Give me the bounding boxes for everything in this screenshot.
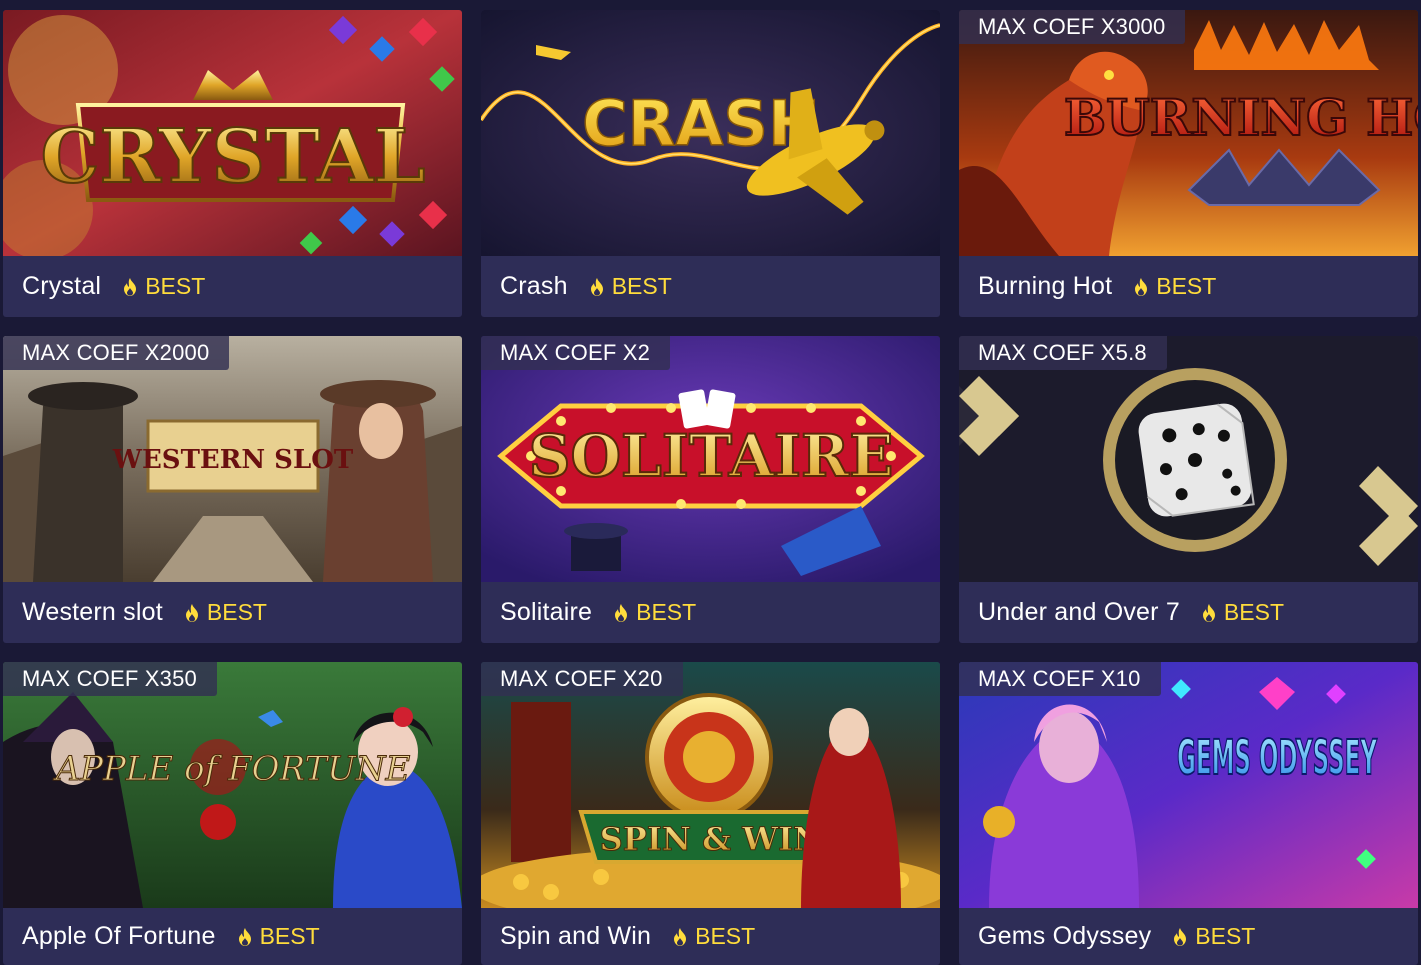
fire-icon	[674, 927, 687, 946]
game-card-crystal[interactable]: CRYSTAL Crystal BEST	[3, 10, 462, 317]
crystal-artwork: CRYSTAL	[3, 10, 462, 256]
best-label: BEST	[1195, 923, 1256, 949]
apple-of-fortune-artwork: APPLE of FORTUNE	[3, 662, 462, 908]
game-name: Western slot	[22, 598, 163, 626]
game-thumbnail[interactable]: MAX COEF X5.8	[959, 336, 1418, 582]
best-badge: BEST	[1202, 599, 1284, 626]
game-thumbnail[interactable]: CRASH	[481, 10, 940, 256]
best-badge: BEST	[185, 599, 267, 626]
fire-icon	[590, 277, 603, 296]
card-footer: Under and Over 7 BEST	[959, 582, 1418, 643]
max-coef-label: MAX COEF X2000	[3, 336, 230, 370]
max-coef-label: MAX COEF X3000	[959, 10, 1186, 44]
game-thumbnail[interactable]: BURNING HOT MAX COEF X3000	[959, 10, 1418, 256]
best-label: BEST	[1223, 599, 1284, 625]
art-title: SOLITAIRE	[529, 422, 894, 490]
best-badge: BEST	[673, 923, 755, 950]
game-thumbnail[interactable]: SOLITAIRE MAX COEF X2	[481, 336, 940, 582]
art-title: CRASH	[582, 87, 820, 160]
game-card-burning-hot[interactable]: BURNING HOT MAX COEF X3000 Burning Hot B…	[959, 10, 1418, 317]
game-thumbnail[interactable]: SPIN & WIN MAX COEF X20	[481, 662, 940, 908]
dice-artwork	[959, 336, 1418, 582]
western-slot-artwork: WESTERN SLOT	[3, 336, 462, 582]
art-title: SPIN & WIN	[600, 820, 823, 858]
fire-icon	[1135, 277, 1148, 296]
game-card-spin-and-win[interactable]: SPIN & WIN MAX COEF X20 Spin and Win BES…	[481, 662, 940, 965]
crash-artwork: CRASH	[481, 10, 940, 256]
card-footer: Spin and Win BEST	[481, 908, 940, 965]
best-badge: BEST	[614, 599, 696, 626]
best-badge: BEST	[1173, 923, 1255, 950]
solitaire-artwork: SOLITAIRE	[481, 336, 940, 582]
best-label: BEST	[206, 599, 267, 625]
game-name: Burning Hot	[978, 272, 1113, 300]
game-name: Crash	[500, 272, 568, 300]
fire-icon	[1202, 603, 1215, 622]
game-card-crash[interactable]: CRASH Crash BEST	[481, 10, 940, 317]
best-badge: BEST	[123, 273, 205, 300]
art-title: WESTERN SLOT	[112, 445, 354, 475]
game-card-apple-of-fortune[interactable]: APPLE of FORTUNE MAX COEF X350 Apple Of …	[3, 662, 462, 965]
game-thumbnail[interactable]: WESTERN SLOT MAX COEF X2000	[3, 336, 462, 582]
card-footer: Gems Odyssey BEST	[959, 908, 1418, 965]
card-footer: Apple Of Fortune BEST	[3, 908, 462, 965]
game-name: Apple Of Fortune	[22, 922, 216, 950]
games-grid: CRYSTAL Crystal BEST CRASH Crash BEST BU…	[3, 10, 1418, 965]
game-name: Gems Odyssey	[978, 922, 1152, 950]
best-label: BEST	[145, 273, 206, 299]
max-coef-label: MAX COEF X350	[3, 662, 217, 696]
game-card-solitaire[interactable]: SOLITAIRE MAX COEF X2 Solitaire BEST	[481, 336, 940, 643]
best-badge: BEST	[590, 273, 672, 300]
max-coef-label: MAX COEF X5.8	[959, 336, 1167, 370]
game-thumbnail[interactable]: CRYSTAL	[3, 10, 462, 256]
fire-icon	[185, 603, 198, 622]
best-badge: BEST	[1134, 273, 1216, 300]
burning-hot-artwork: BURNING HOT	[959, 10, 1418, 256]
max-coef-label: MAX COEF X20	[481, 662, 683, 696]
fire-icon	[615, 603, 628, 622]
best-label: BEST	[611, 273, 672, 299]
fire-icon	[124, 277, 137, 296]
best-label: BEST	[1156, 273, 1217, 299]
card-footer: Crash BEST	[481, 256, 940, 317]
best-label: BEST	[695, 923, 756, 949]
game-name: Crystal	[22, 272, 102, 300]
gems-odyssey-artwork: GEMS ODYSSEY	[959, 662, 1418, 908]
art-title: GEMS ODYSSEY	[1177, 730, 1378, 786]
game-card-gems-odyssey[interactable]: GEMS ODYSSEY MAX COEF X10 Gems Odyssey B…	[959, 662, 1418, 965]
game-thumbnail[interactable]: APPLE of FORTUNE MAX COEF X350	[3, 662, 462, 908]
card-footer: Western slot BEST	[3, 582, 462, 643]
fire-icon	[238, 927, 251, 946]
game-thumbnail[interactable]: GEMS ODYSSEY MAX COEF X10	[959, 662, 1418, 908]
card-footer: Crystal BEST	[3, 256, 462, 317]
card-footer: Burning Hot BEST	[959, 256, 1418, 317]
spin-and-win-artwork: SPIN & WIN	[481, 662, 940, 908]
best-badge: BEST	[238, 923, 320, 950]
art-title: APPLE of FORTUNE	[53, 749, 411, 789]
game-name: Under and Over 7	[978, 598, 1180, 626]
art-title: BURNING HOT	[1064, 88, 1418, 147]
best-label: BEST	[259, 923, 320, 949]
fire-icon	[1174, 927, 1187, 946]
game-name: Solitaire	[500, 598, 593, 626]
game-card-under-and-over-7[interactable]: MAX COEF X5.8 Under and Over 7 BEST	[959, 336, 1418, 643]
game-card-western-slot[interactable]: WESTERN SLOT MAX COEF X2000 Western slot…	[3, 336, 462, 643]
art-title: CRYSTAL	[41, 114, 426, 200]
max-coef-label: MAX COEF X10	[959, 662, 1161, 696]
card-footer: Solitaire BEST	[481, 582, 940, 643]
game-name: Spin and Win	[500, 922, 652, 950]
best-label: BEST	[636, 599, 697, 625]
max-coef-label: MAX COEF X2	[481, 336, 671, 370]
